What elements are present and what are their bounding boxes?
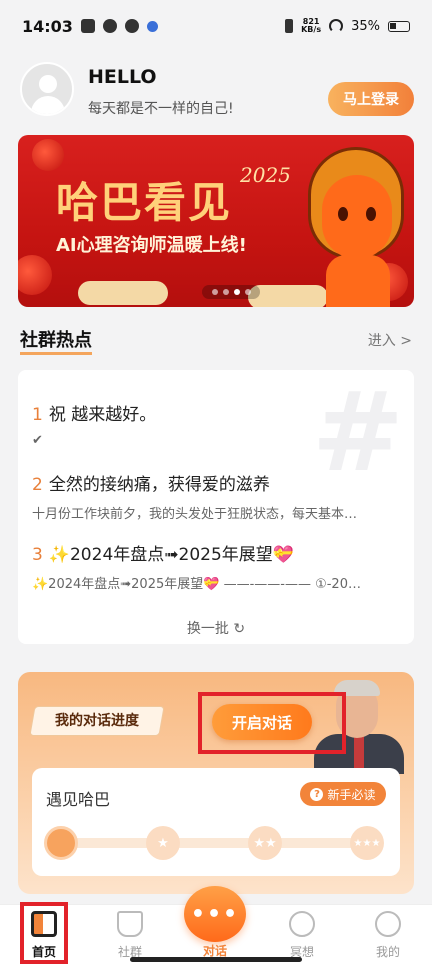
portrait-tie [354,736,364,772]
newbie-guide-label: 新手必读 [327,787,376,802]
status-bar: 14:03 821 KB/s 35% [0,0,432,52]
hot-topics-card: # 1祝 越来越好。 ✔ 2 全然的接纳痛，获得爱的滋养 十月份工作块前夕，我的头… [18,370,414,644]
list-item[interactable]: 3 ✨2024年盘点➟2025年展望💝 ✨2024年盘点➟2025年展望💝 ——-… [32,540,398,592]
nav-label: 我的 [375,945,400,959]
status-left: 14:03 [22,17,158,36]
battery-icon [388,20,410,32]
lantern-icon [32,139,64,171]
progress-inner-card[interactable]: 遇见哈巴 ? 新手必读 ★ ★★ ★★★ [32,768,400,876]
carousel-dot[interactable] [222,289,229,295]
network-speed: 821 KB/s [301,18,321,34]
question-icon: ? [310,787,324,801]
topic-desc: ✔ [32,433,43,448]
battery-percent: 35% [351,18,380,34]
two-stars-icon[interactable]: ★★ [248,826,282,860]
list-item[interactable]: 2 全然的接纳痛，获得爱的滋养 十月份工作块前夕，我的头发处于狂脱状态，每天基本… [32,470,398,522]
hot-topics-more-link[interactable]: 进入 > [368,330,412,350]
avatar[interactable] [20,62,74,116]
avatar-body-shape [31,96,65,114]
progress-label: 我的对话进度 [55,713,139,729]
carousel-dot-active[interactable] [233,289,240,295]
net-speed-unit: KB/s [301,25,322,34]
hot-topics-title: 社群热点 [20,330,92,355]
topic-desc: ✨2024年盘点➟2025年展望💝 ——-——-—— ①-20… [32,577,361,592]
topic-number: 3 [32,545,43,565]
progress-track [62,838,372,848]
cloud-decoration [248,285,328,307]
newbie-guide-button[interactable]: ? 新手必读 [300,782,386,806]
banner-year: 2025 [240,163,291,187]
wifi-icon [329,19,344,33]
mascot-eye [366,207,376,221]
login-button[interactable]: 马上登录 [328,82,414,116]
calendar-icon [80,19,95,33]
cup-icon [117,911,143,937]
hot-topics-header: 社群热点 进入 > [20,326,412,355]
status-right: 821 KB/s 35% [285,18,410,34]
pinwheel-icon [124,19,139,33]
carousel-indicator[interactable] [202,285,260,299]
topic-title: 3 ✨2024年盘点➟2025年展望💝 [32,540,398,565]
topic-text: 全然的接纳痛，获得爱的滋养 [48,475,270,495]
progress-step-current[interactable] [44,826,78,860]
mascot-face [322,175,392,259]
topic-text: ✨2024年盘点➟2025年展望💝 [48,545,294,565]
user-subtitle: 每天都是不一样的自己! [88,101,234,117]
topic-number: 2 [32,475,43,495]
vibrate-icon [285,19,294,33]
nav-item-meditation[interactable]: 冥想 [272,911,332,963]
lantern-icon [18,255,52,295]
app-notification-icon [102,19,117,33]
carousel-dot[interactable] [244,289,251,295]
mascot-eye [338,207,348,221]
nav-item-dialogue[interactable]: ••• [184,886,246,942]
smile-icon [375,911,401,937]
carousel-dot[interactable] [211,289,218,295]
gesture-bar[interactable] [130,957,302,962]
progress-tag: 我的对话进度 [29,706,165,736]
status-time: 14:03 [22,16,73,36]
topic-desc: 十月份工作块前夕，我的头发处于狂脱状态，每天基本… [32,507,358,522]
nav-item-profile[interactable]: 我的 [358,911,418,963]
user-row: HELLO 每天都是不一样的自己! 马上登录 [20,62,414,120]
mascot-body [326,255,390,307]
topic-title: 2 全然的接纳痛，获得爱的滋养 [32,470,398,495]
annotation-highlight-home [20,902,68,964]
topic-text: 祝 越来越好。 [48,405,157,425]
promo-banner[interactable]: 哈巴看见 2025 AI心理咨询师温暖上线! [18,135,414,307]
annotation-highlight-start-button [198,692,346,754]
topic-number: 1 [32,405,43,425]
progress-card-title: 遇见哈巴 [46,790,111,809]
banner-title: 哈巴看见 [56,178,233,227]
list-item[interactable]: 1祝 越来越好。 ✔ [32,400,398,448]
greeting: HELLO [88,66,157,88]
avatar-head-shape [39,75,57,93]
star-icon[interactable]: ★ [146,826,180,860]
banner-subtitle: AI心理咨询师温暖上线! [56,235,247,256]
target-icon [289,911,315,937]
chat-bubble-icon: ••• [190,901,240,927]
nav-item-community[interactable]: 社群 [100,911,160,963]
cloud-decoration [78,281,168,305]
refresh-button[interactable]: 换一批 ↻ [18,618,414,638]
three-stars-icon[interactable]: ★★★ [350,826,384,860]
topic-title: 1祝 越来越好。 [32,400,398,425]
gear-notification-icon [146,20,158,32]
